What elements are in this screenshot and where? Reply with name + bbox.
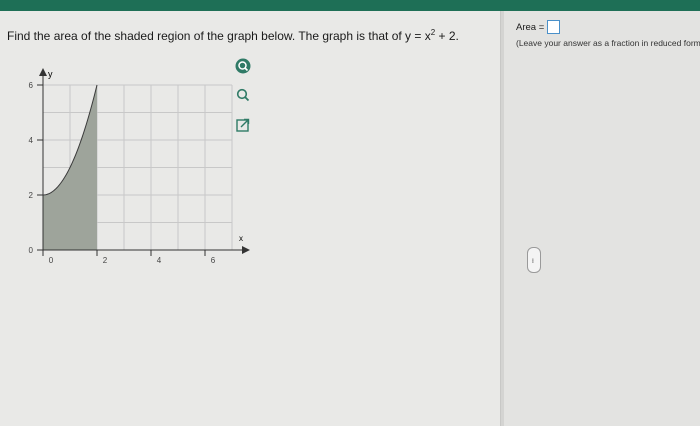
- more-options-label: .....: [530, 257, 538, 263]
- answer-instruction: (Leave your answer as a fraction in redu…: [516, 38, 700, 48]
- answer-row: Area =: [516, 20, 561, 34]
- question-text: Find the area of the shaded region of th…: [7, 28, 459, 43]
- zoom-in-icon: [235, 58, 251, 74]
- y-tick-label: 6: [29, 81, 34, 90]
- answer-pane: [504, 11, 700, 426]
- header-bar: [0, 0, 700, 11]
- function-graph: y x 6 4 2 0 0 2 4 6: [29, 68, 250, 265]
- y-tick-label: 4: [29, 136, 34, 145]
- x-tick-label: 2: [103, 256, 108, 265]
- question-suffix: + 2.: [435, 29, 459, 43]
- more-options-button[interactable]: .....: [527, 247, 541, 273]
- question-main: Find the area of the shaded region of th…: [7, 29, 431, 43]
- y-tick-label: 0: [29, 246, 34, 255]
- popout-button[interactable]: [233, 116, 253, 134]
- x-tick-label: 4: [157, 256, 162, 265]
- x-tick-label: 0: [49, 256, 54, 265]
- x-tick-label: 6: [211, 256, 216, 265]
- zoom-out-icon: [236, 88, 250, 102]
- zoom-out-button[interactable]: [233, 86, 253, 104]
- x-axis-label: x: [239, 234, 243, 243]
- y-tick-label: 2: [29, 191, 34, 200]
- area-label: Area =: [516, 21, 545, 33]
- y-axis-arrow: [39, 68, 47, 76]
- x-axis-arrow: [242, 246, 250, 254]
- zoom-in-button[interactable]: [233, 57, 253, 75]
- y-axis-label: y: [48, 69, 53, 79]
- area-answer-input[interactable]: [547, 20, 561, 34]
- external-link-icon: [236, 118, 250, 132]
